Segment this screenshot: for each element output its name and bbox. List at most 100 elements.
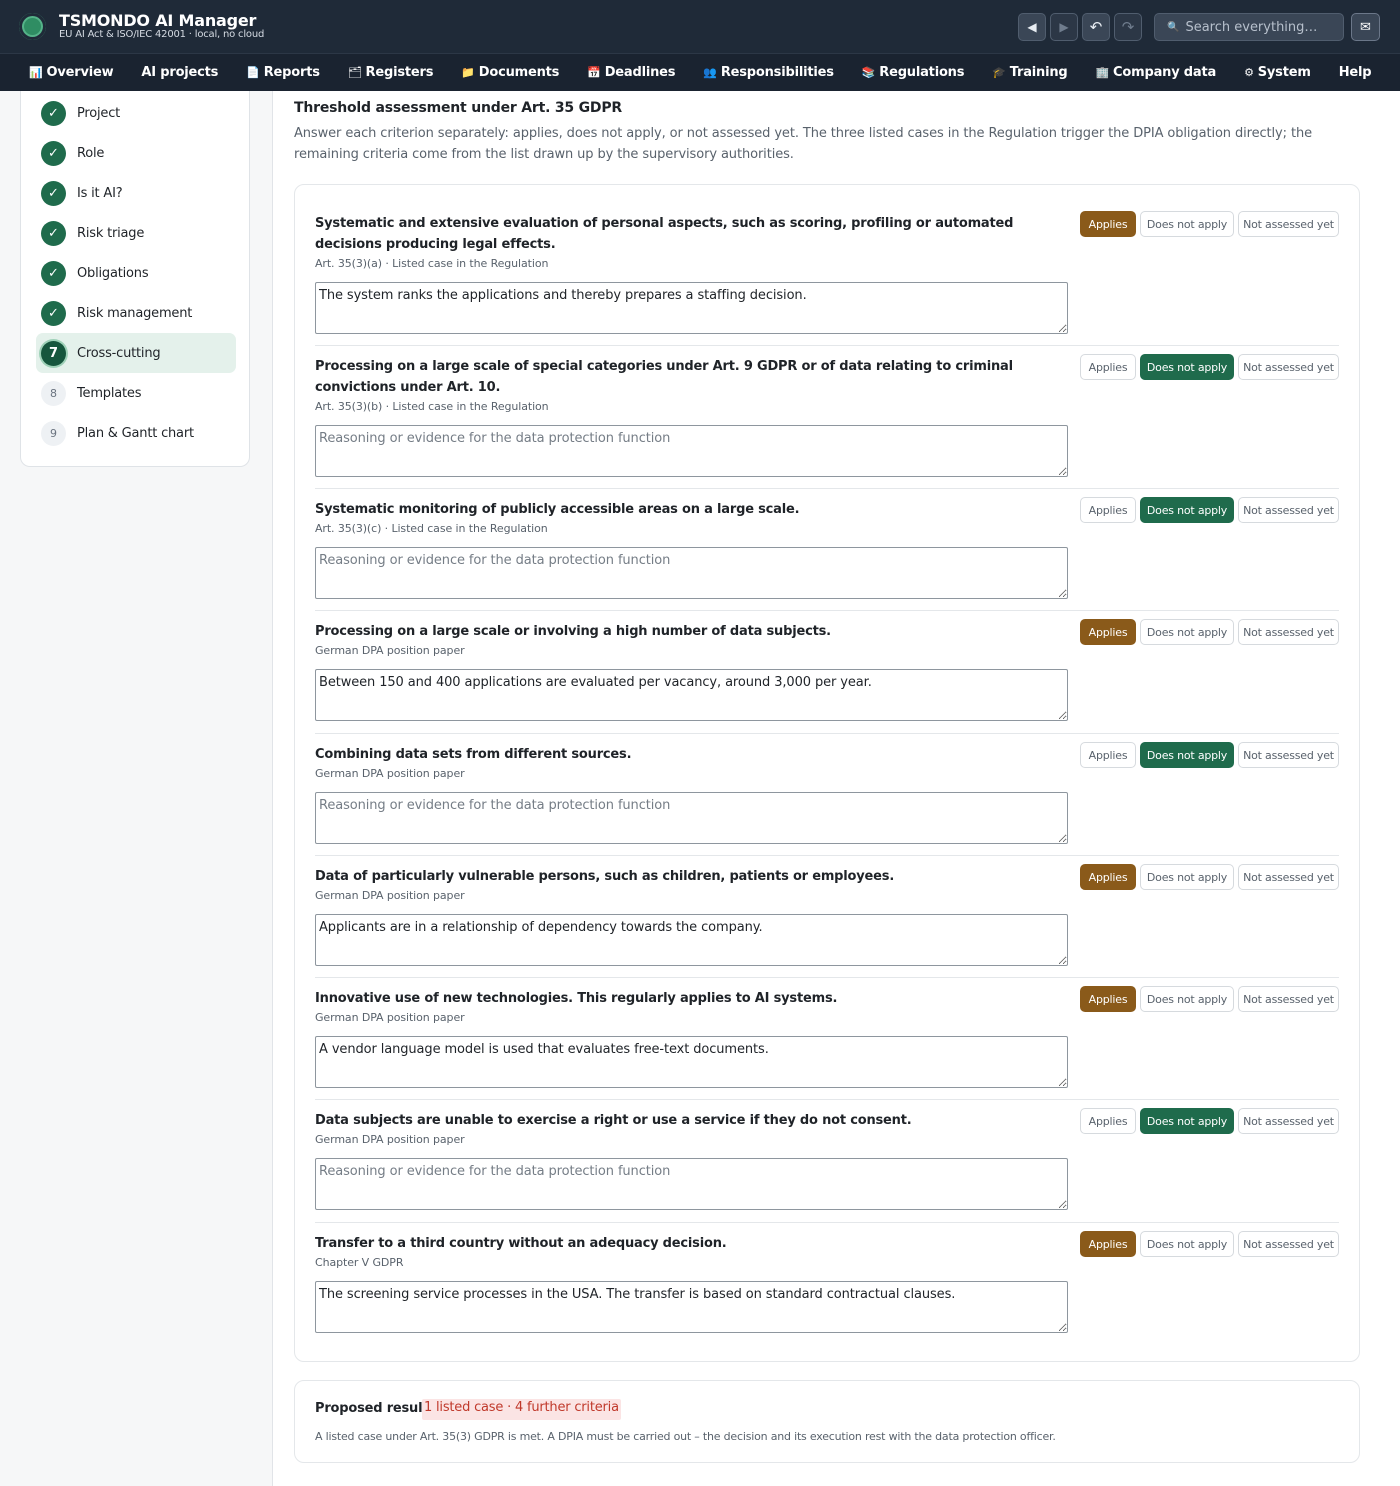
search-placeholder: Search everything… <box>1185 19 1318 35</box>
criterion-options: Applies Does not apply Not assessed yet <box>1080 1231 1339 1257</box>
criterion-item: Innovative use of new technologies. This… <box>315 986 1339 1100</box>
nav-item-registers[interactable]: 🗂 Registers <box>348 65 434 80</box>
option-not-apply-button[interactable]: Does not apply <box>1140 354 1234 380</box>
option-not-yet-button[interactable]: Not assessed yet <box>1238 211 1339 237</box>
option-not-apply-button[interactable]: Does not apply <box>1140 619 1234 645</box>
nav-item-training[interactable]: 🎓 Training <box>992 65 1067 80</box>
option-applies-button[interactable]: Applies <box>1080 211 1136 237</box>
step-cross-cutting[interactable]: 7 Cross-cutting <box>36 333 236 373</box>
criterion-item: Transfer to a third country without an a… <box>315 1231 1339 1345</box>
nav-icon: 🏢 <box>1095 66 1110 79</box>
nav-item-regulations[interactable]: 📚 Regulations <box>862 65 965 80</box>
criterion-reasoning-input[interactable] <box>315 914 1068 966</box>
criterion-text: Transfer to a third country without an a… <box>315 1236 727 1251</box>
criterion-reasoning-input[interactable] <box>315 1281 1068 1333</box>
check-icon: ✓ <box>41 140 66 166</box>
step-risk-management[interactable]: ✓ Risk management <box>36 293 236 333</box>
criterion-reasoning-input[interactable] <box>315 669 1068 721</box>
option-not-yet-button[interactable]: Not assessed yet <box>1238 864 1339 890</box>
option-applies-button[interactable]: Applies <box>1080 497 1136 523</box>
option-not-yet-button[interactable]: Not assessed yet <box>1238 742 1339 768</box>
criterion-reasoning-input[interactable] <box>315 1036 1068 1088</box>
nav-item-label: Overview <box>46 65 114 80</box>
criterion-options: Applies Does not apply Not assessed yet <box>1080 211 1339 237</box>
option-applies-button[interactable]: Applies <box>1080 1231 1136 1257</box>
main-content: Threshold assessment under Art. 35 GDPR … <box>272 91 1400 1486</box>
step-obligations[interactable]: ✓ Obligations <box>36 253 236 293</box>
option-applies-button[interactable]: Applies <box>1080 986 1136 1012</box>
option-not-yet-button[interactable]: Not assessed yet <box>1238 497 1339 523</box>
option-applies-button[interactable]: Applies <box>1080 1108 1136 1134</box>
option-not-apply-button[interactable]: Does not apply <box>1140 742 1234 768</box>
criterion-reasoning-input[interactable] <box>315 547 1068 599</box>
criterion-reference: German DPA position paper <box>315 889 465 902</box>
nav-item-label: System <box>1257 65 1311 80</box>
nav-item-deadlines[interactable]: 📅 Deadlines <box>587 65 675 80</box>
criterion-text: Systematic monitoring of publicly access… <box>315 502 800 517</box>
step-label: Templates <box>77 385 142 401</box>
nav-item-company-data[interactable]: 🏢 Company data <box>1096 65 1217 80</box>
nav-icon: 📅 <box>587 66 601 79</box>
nav-item-help[interactable]: Help <box>1339 65 1372 80</box>
nav-item-ai-projects[interactable]: AI projects <box>141 65 218 80</box>
criterion-reference: German DPA position paper <box>315 1011 465 1024</box>
undo-button[interactable]: ↶ <box>1082 13 1110 41</box>
option-applies-button[interactable]: Applies <box>1080 864 1136 890</box>
search-input[interactable]: 🔍 Search everything… <box>1154 13 1344 41</box>
section-description: Answer each criterion separately: applie… <box>294 126 1312 162</box>
option-not-yet-button[interactable]: Not assessed yet <box>1238 354 1339 380</box>
option-not-yet-button[interactable]: Not assessed yet <box>1238 986 1339 1012</box>
step-project[interactable]: ✓ Project <box>36 93 236 133</box>
criterion-reasoning-input[interactable] <box>315 425 1068 477</box>
step-is-it-ai-[interactable]: ✓ Is it AI? <box>36 173 236 213</box>
step-label: Obligations <box>77 265 149 281</box>
nav-item-documents[interactable]: 📁 Documents <box>461 65 559 80</box>
criterion-reference: German DPA position paper <box>315 1133 465 1146</box>
option-applies-button[interactable]: Applies <box>1080 354 1136 380</box>
result-badge: 1 listed case · 4 further criteria <box>422 1399 621 1420</box>
criterion-reference: Art. 35(3)(a) · Listed case in the Regul… <box>315 257 549 270</box>
option-not-apply-button[interactable]: Does not apply <box>1140 497 1234 523</box>
step-risk-triage[interactable]: ✓ Risk triage <box>36 213 236 253</box>
check-icon: ✓ <box>41 180 66 206</box>
criterion-reasoning-input[interactable] <box>315 1158 1068 1210</box>
app-logo-icon <box>19 13 46 40</box>
option-not-yet-button[interactable]: Not assessed yet <box>1238 619 1339 645</box>
nav-icon: 👥 <box>703 66 717 79</box>
option-applies-button[interactable]: Applies <box>1080 742 1136 768</box>
option-not-apply-button[interactable]: Does not apply <box>1140 864 1234 890</box>
nav-item-responsibilities[interactable]: 👥 Responsibilities <box>703 65 834 80</box>
nav-item-system[interactable]: ⚙ System <box>1244 65 1311 80</box>
undo-icon: ↶ <box>1089 18 1103 36</box>
nav-item-label: Responsibilities <box>720 65 834 80</box>
redo-button[interactable]: ↷ <box>1114 13 1142 41</box>
step-templates[interactable]: 8 Templates <box>36 373 236 413</box>
mail-icon: ✉ <box>1360 19 1371 35</box>
criterion-reasoning-input[interactable] <box>315 792 1068 844</box>
criterion-reasoning-input[interactable] <box>315 282 1068 334</box>
option-not-apply-button[interactable]: Does not apply <box>1140 1231 1234 1257</box>
criterion-item: Processing on a large scale or involving… <box>315 619 1339 734</box>
step-label: Risk management <box>77 305 193 321</box>
criterion-item: Data subjects are unable to exercise a r… <box>315 1108 1339 1223</box>
redo-icon: ↷ <box>1121 18 1135 36</box>
criterion-item: Systematic monitoring of publicly access… <box>315 497 1339 611</box>
nav-item-overview[interactable]: 📊 Overview <box>29 65 114 80</box>
nav-icon: 📊 <box>29 66 43 79</box>
mail-button[interactable]: ✉ <box>1351 13 1380 41</box>
nav-item-reports[interactable]: 📄 Reports <box>246 65 320 80</box>
step-plan-gantt-chart[interactable]: 9 Plan & Gantt chart <box>36 413 236 453</box>
check-icon: ✓ <box>41 300 66 326</box>
nav-icon: ⚙ <box>1244 66 1254 79</box>
option-not-apply-button[interactable]: Does not apply <box>1140 1108 1234 1134</box>
option-not-apply-button[interactable]: Does not apply <box>1140 211 1234 237</box>
option-not-yet-button[interactable]: Not assessed yet <box>1238 1231 1339 1257</box>
step-label: Cross-cutting <box>77 345 161 361</box>
back-button[interactable]: ◀ <box>1018 13 1046 41</box>
forward-button[interactable]: ▶ <box>1050 13 1078 41</box>
step-role[interactable]: ✓ Role <box>36 133 236 173</box>
criterion-text: Processing on a large scale or involving… <box>315 624 831 639</box>
option-not-apply-button[interactable]: Does not apply <box>1140 986 1234 1012</box>
option-applies-button[interactable]: Applies <box>1080 619 1136 645</box>
option-not-yet-button[interactable]: Not assessed yet <box>1238 1108 1339 1134</box>
